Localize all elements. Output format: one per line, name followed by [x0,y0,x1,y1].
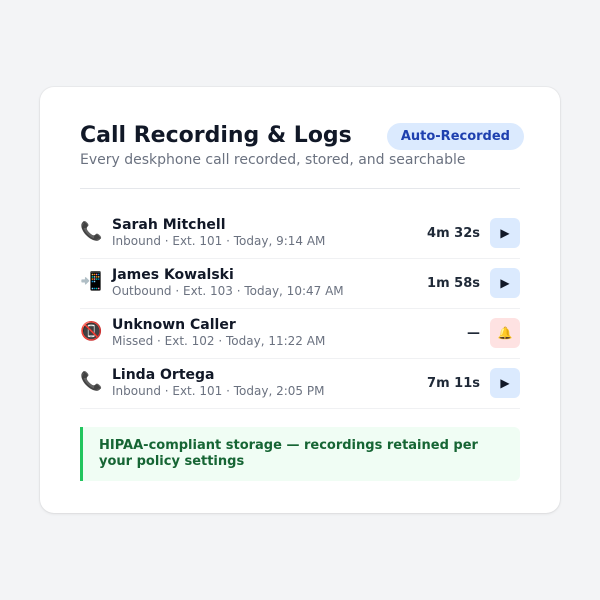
bell-icon: 🔔 [497,326,513,340]
header-divider [80,188,520,189]
call-row[interactable]: 📞 Linda Ortega Inbound · Ext. 101 · Toda… [80,359,520,409]
auto-recorded-badge: Auto-Recorded [386,123,524,150]
caller-name: James Kowalski [112,267,234,283]
call-duration: 4m 32s [427,226,480,241]
play-icon: ▶ [500,276,510,290]
caller-name: Unknown Caller [112,317,236,333]
call-duration: 7m 11s [427,376,480,391]
play-recording-button[interactable]: ▶ [490,218,520,248]
call-row[interactable]: 📲 James Kowalski Outbound · Ext. 103 · T… [80,259,520,309]
call-info: Unknown Caller Missed · Ext. 102 · Today… [112,316,325,349]
call-duration: — [467,326,480,341]
missed-call-icon: 📵 [80,321,103,342]
page-subtitle: Every deskphone call recorded, stored, a… [80,152,466,168]
call-log-card: Call Recording & Logs Every deskphone ca… [40,87,560,513]
outgoing-call-icon: 📲 [80,271,103,292]
caller-name: Sarah Mitchell [112,217,226,233]
call-meta: Missed · Ext. 102 · Today, 11:22 AM [112,334,326,348]
missed-call-alert-button[interactable]: 🔔 [490,318,520,348]
call-info: James Kowalski Outbound · Ext. 103 · Tod… [112,266,344,299]
call-meta: Outbound · Ext. 103 · Today, 10:47 AM [112,284,344,298]
caller-name: Linda Ortega [112,367,215,383]
call-duration: 1m 58s [427,276,480,291]
call-meta: Inbound · Ext. 101 · Today, 9:14 AM [112,234,326,248]
play-recording-button[interactable]: ▶ [490,268,520,298]
play-icon: ▶ [500,376,510,390]
play-icon: ▶ [500,226,510,240]
call-meta: Inbound · Ext. 101 · Today, 2:05 PM [112,384,325,398]
call-row[interactable]: 📵 Unknown Caller Missed · Ext. 102 · Tod… [80,309,520,359]
phone-icon: 📞 [80,221,103,242]
call-list: 📞 Sarah Mitchell Inbound · Ext. 101 · To… [80,209,520,409]
call-info: Linda Ortega Inbound · Ext. 101 · Today,… [112,366,324,399]
phone-icon: 📞 [80,371,103,392]
call-row[interactable]: 📞 Sarah Mitchell Inbound · Ext. 101 · To… [80,209,520,259]
hipaa-notice: HIPAA-compliant storage — recordings ret… [80,427,520,481]
play-recording-button[interactable]: ▶ [490,368,520,398]
call-info: Sarah Mitchell Inbound · Ext. 101 · Toda… [112,216,325,249]
